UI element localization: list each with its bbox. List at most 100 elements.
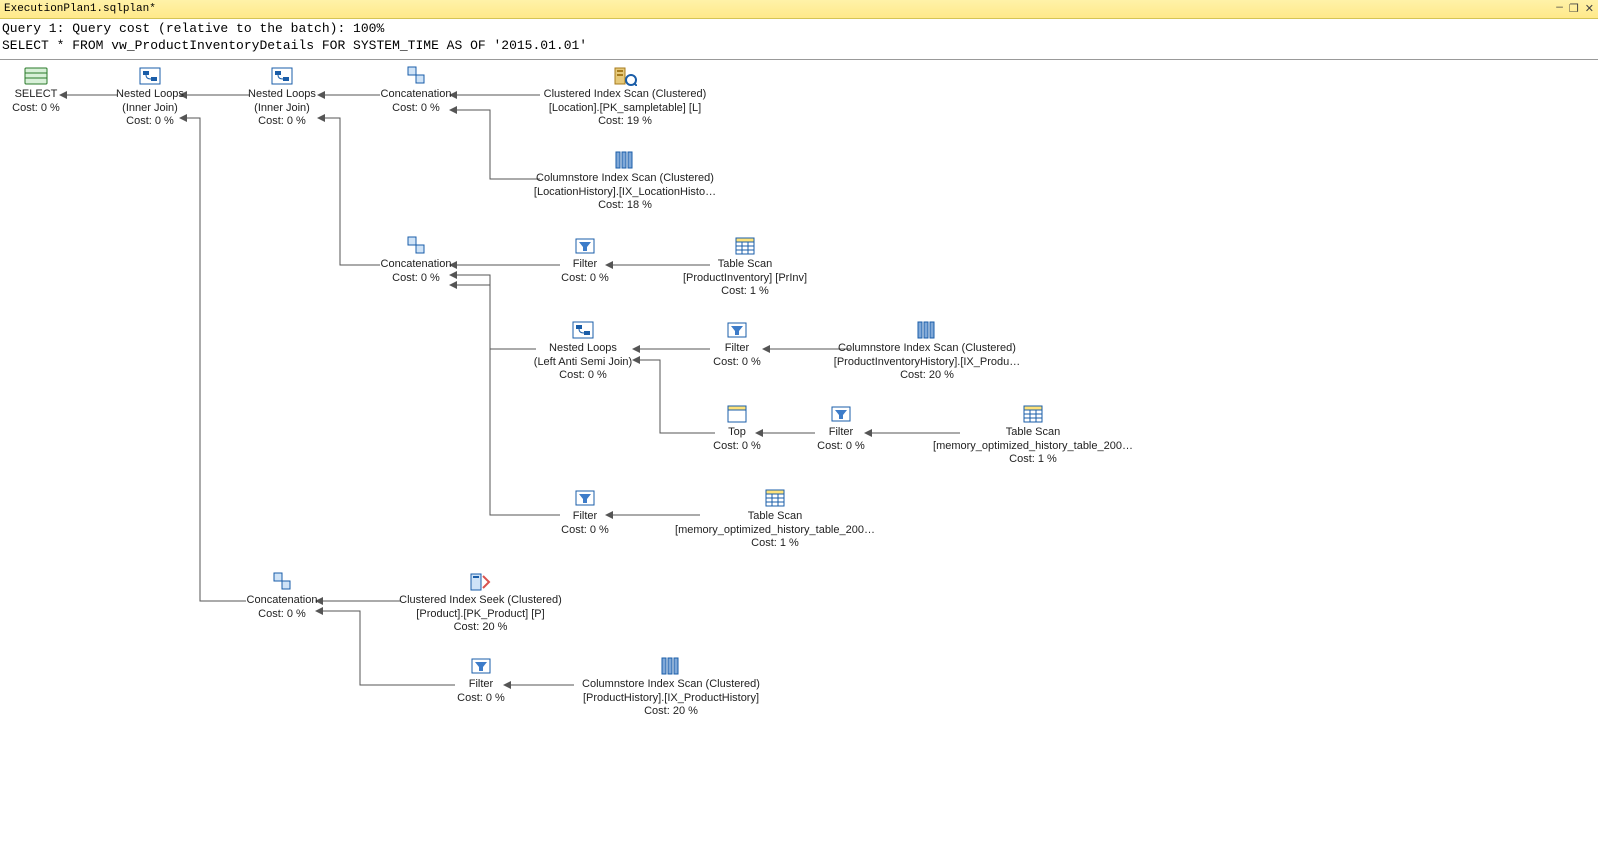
op-cost: Cost: 18 %	[510, 199, 740, 213]
op-filter-5[interactable]: Filter Cost: 0 %	[446, 656, 516, 706]
op-label: SELECT	[6, 88, 66, 102]
window-controls: — ❐ ✕	[1556, 2, 1594, 16]
op-label: Filter	[702, 342, 772, 356]
op-cost: Cost: 0 %	[232, 608, 332, 622]
op-label: Filter	[446, 678, 516, 692]
top-icon	[725, 404, 749, 424]
concatenation-icon	[270, 572, 294, 592]
op-sub: [ProductHistory].[IX_ProductHistory]	[556, 692, 786, 706]
op-sub: [LocationHistory].[IX_LocationHisto…	[510, 186, 740, 200]
nested-loops-icon	[571, 320, 595, 340]
op-cost: Cost: 20 %	[378, 621, 583, 635]
filter-icon	[573, 236, 597, 256]
op-label: Columnstore Index Scan (Clustered)	[812, 342, 1042, 356]
table-scan-icon	[763, 488, 787, 508]
nested-loops-icon	[270, 66, 294, 86]
op-label: Concatenation	[366, 88, 466, 102]
op-label: Clustered Index Seek (Clustered)	[378, 594, 583, 608]
table-scan-icon	[1021, 404, 1045, 424]
op-label: Nested Loops	[100, 88, 200, 102]
op-select[interactable]: SELECT Cost: 0 %	[6, 66, 66, 116]
op-sub: [memory_optimized_history_table_200…	[660, 524, 890, 538]
plan-canvas[interactable]: SELECT Cost: 0 % Nested Loops (Inner Joi…	[0, 60, 1598, 842]
op-columnstore-scan-location[interactable]: Columnstore Index Scan (Clustered) [Loca…	[510, 150, 740, 213]
columnstore-scan-icon	[659, 656, 683, 676]
op-cost: Cost: 0 %	[366, 102, 466, 116]
restore-icon[interactable]: ❐	[1569, 2, 1579, 16]
op-label: Filter	[550, 510, 620, 524]
op-label: Table Scan	[660, 510, 890, 524]
op-cost: Cost: 0 %	[100, 115, 200, 129]
op-sub: (Inner Join)	[100, 102, 200, 116]
op-label: Columnstore Index Scan (Clustered)	[556, 678, 786, 692]
close-icon[interactable]: ✕	[1585, 2, 1594, 16]
tab-bar: ExecutionPlan1.sqlplan* — ❐ ✕	[0, 0, 1598, 19]
op-concatenation-2[interactable]: Concatenation Cost: 0 %	[366, 236, 466, 286]
op-cost: Cost: 0 %	[550, 524, 620, 538]
select-icon	[24, 66, 48, 86]
op-cost: Cost: 1 %	[660, 285, 830, 299]
columnstore-scan-icon	[613, 150, 637, 170]
minimize-icon[interactable]: —	[1556, 2, 1563, 16]
op-nested-loops-2[interactable]: Nested Loops (Inner Join) Cost: 0 %	[232, 66, 332, 129]
op-filter-3[interactable]: Filter Cost: 0 %	[806, 404, 876, 454]
concatenation-icon	[404, 66, 428, 86]
op-cost: Cost: 19 %	[520, 115, 730, 129]
op-table-scan-productinventory[interactable]: Table Scan [ProductInventory] [PrInv] Co…	[660, 236, 830, 299]
query-text-line: SELECT * FROM vw_ProductInventoryDetails…	[2, 38, 587, 53]
filter-icon	[573, 488, 597, 508]
clustered-index-seek-icon	[469, 572, 493, 592]
op-label: Clustered Index Scan (Clustered)	[520, 88, 730, 102]
op-filter-2[interactable]: Filter Cost: 0 %	[702, 320, 772, 370]
op-table-scan-history-1[interactable]: Table Scan [memory_optimized_history_tab…	[918, 404, 1148, 467]
op-cost: Cost: 0 %	[366, 272, 466, 286]
filter-icon	[469, 656, 493, 676]
op-sub: [memory_optimized_history_table_200…	[918, 440, 1148, 454]
filter-icon	[725, 320, 749, 340]
op-sub: (Inner Join)	[232, 102, 332, 116]
filter-icon	[829, 404, 853, 424]
op-sub: [Location].[PK_sampletable] [L]	[520, 102, 730, 116]
op-sub: [ProductInventoryHistory].[IX_Produ…	[812, 356, 1042, 370]
op-label: Filter	[806, 426, 876, 440]
op-cost: Cost: 1 %	[918, 453, 1148, 467]
op-cost: Cost: 0 %	[6, 102, 66, 116]
table-scan-icon	[733, 236, 757, 256]
op-nested-loops-1[interactable]: Nested Loops (Inner Join) Cost: 0 %	[100, 66, 200, 129]
op-cost: Cost: 0 %	[806, 440, 876, 454]
op-columnstore-scan-producthistory[interactable]: Columnstore Index Scan (Clustered) [Prod…	[556, 656, 786, 719]
tab-title[interactable]: ExecutionPlan1.sqlplan*	[4, 3, 156, 15]
op-clustered-index-seek-product[interactable]: Clustered Index Seek (Clustered) [Produc…	[378, 572, 583, 635]
columnstore-scan-icon	[915, 320, 939, 340]
op-cost: Cost: 0 %	[232, 115, 332, 129]
op-columnstore-scan-productinventory-history[interactable]: Columnstore Index Scan (Clustered) [Prod…	[812, 320, 1042, 383]
op-cost: Cost: 1 %	[660, 537, 890, 551]
op-label: Top	[702, 426, 772, 440]
op-cost: Cost: 20 %	[556, 705, 786, 719]
op-sub: [ProductInventory] [PrInv]	[660, 272, 830, 286]
op-cost: Cost: 0 %	[702, 440, 772, 454]
op-concatenation-3[interactable]: Concatenation Cost: 0 %	[232, 572, 332, 622]
op-label: Table Scan	[918, 426, 1148, 440]
op-cost: Cost: 0 %	[446, 692, 516, 706]
op-label: Nested Loops	[518, 342, 648, 356]
query-header: Query 1: Query cost (relative to the bat…	[0, 19, 1598, 60]
op-label: Table Scan	[660, 258, 830, 272]
op-sub: (Left Anti Semi Join)	[518, 356, 648, 370]
query-cost-line: Query 1: Query cost (relative to the bat…	[2, 21, 384, 36]
op-filter-1[interactable]: Filter Cost: 0 %	[550, 236, 620, 286]
op-clustered-index-scan-location[interactable]: Clustered Index Scan (Clustered) [Locati…	[520, 66, 730, 129]
op-nested-loops-3[interactable]: Nested Loops (Left Anti Semi Join) Cost:…	[518, 320, 648, 383]
op-label: Filter	[550, 258, 620, 272]
nested-loops-icon	[138, 66, 162, 86]
op-label: Nested Loops	[232, 88, 332, 102]
op-label: Concatenation	[366, 258, 466, 272]
op-concatenation-1[interactable]: Concatenation Cost: 0 %	[366, 66, 466, 116]
op-table-scan-history-2[interactable]: Table Scan [memory_optimized_history_tab…	[660, 488, 890, 551]
op-filter-4[interactable]: Filter Cost: 0 %	[550, 488, 620, 538]
clustered-index-scan-icon	[613, 66, 637, 86]
op-top[interactable]: Top Cost: 0 %	[702, 404, 772, 454]
op-cost: Cost: 0 %	[518, 369, 648, 383]
op-cost: Cost: 0 %	[550, 272, 620, 286]
op-cost: Cost: 0 %	[702, 356, 772, 370]
